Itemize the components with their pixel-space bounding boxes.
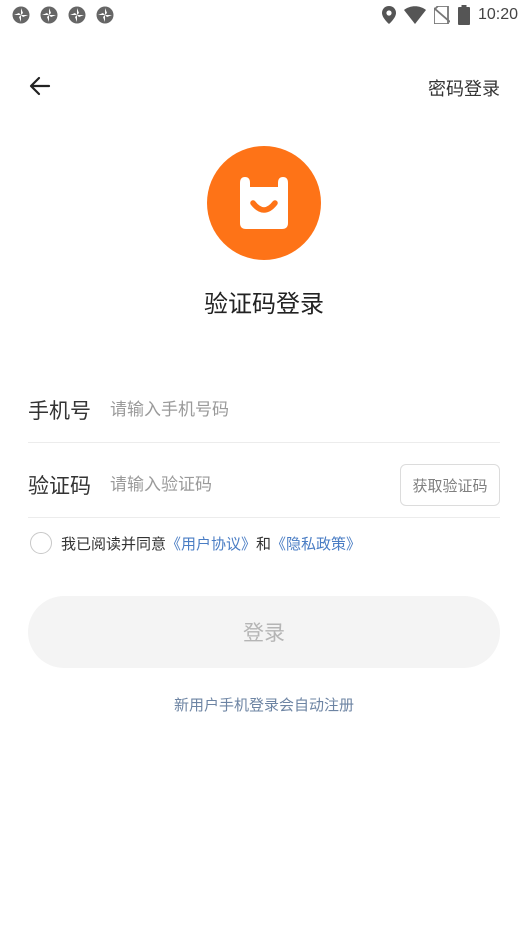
arrow-left-icon (29, 76, 51, 96)
status-bar-system: 10:20 (381, 5, 518, 25)
phone-label: 手机号 (28, 399, 91, 423)
verification-code-input[interactable] (110, 465, 400, 505)
app-notification-icon (68, 6, 86, 24)
phone-row: 手机号 (28, 378, 500, 443)
auto-register-note: 新用户手机登录会自动注册 (173, 696, 354, 714)
app-notification-icon (40, 6, 58, 24)
wifi-icon (403, 6, 426, 24)
password-login-link[interactable]: 密码登录 (428, 75, 500, 101)
login-button[interactable]: 登录 (28, 596, 500, 668)
verification-code-label: 验证码 (28, 474, 91, 498)
status-bar: 10:20 (0, 0, 528, 32)
agreement-checkbox[interactable] (30, 532, 52, 554)
app-notification-icon (12, 6, 30, 24)
status-bar-time: 10:20 (477, 6, 518, 23)
bag-smile-icon (240, 177, 288, 229)
get-code-button[interactable]: 获取验证码 (400, 464, 500, 506)
app-notification-icon (96, 6, 114, 24)
privacy-policy-link[interactable]: 《隐私政策》 (271, 533, 361, 554)
agreement-row: 我已阅读并同意 《用户协议》 和 《隐私政策》 (30, 532, 361, 554)
back-button[interactable] (26, 72, 54, 100)
status-bar-notifications (12, 6, 114, 24)
app-logo (207, 146, 321, 260)
verification-code-row: 验证码 获取验证码 (28, 453, 500, 518)
user-agreement-link[interactable]: 《用户协议》 (166, 533, 256, 554)
agreement-conjunction: 和 (256, 534, 272, 553)
battery-icon (457, 5, 470, 25)
phone-input[interactable] (110, 390, 500, 430)
agreement-prefix: 我已阅读并同意 (61, 534, 167, 553)
no-sim-icon (433, 6, 450, 24)
location-icon (381, 6, 396, 24)
page-title: 验证码登录 (204, 290, 324, 318)
